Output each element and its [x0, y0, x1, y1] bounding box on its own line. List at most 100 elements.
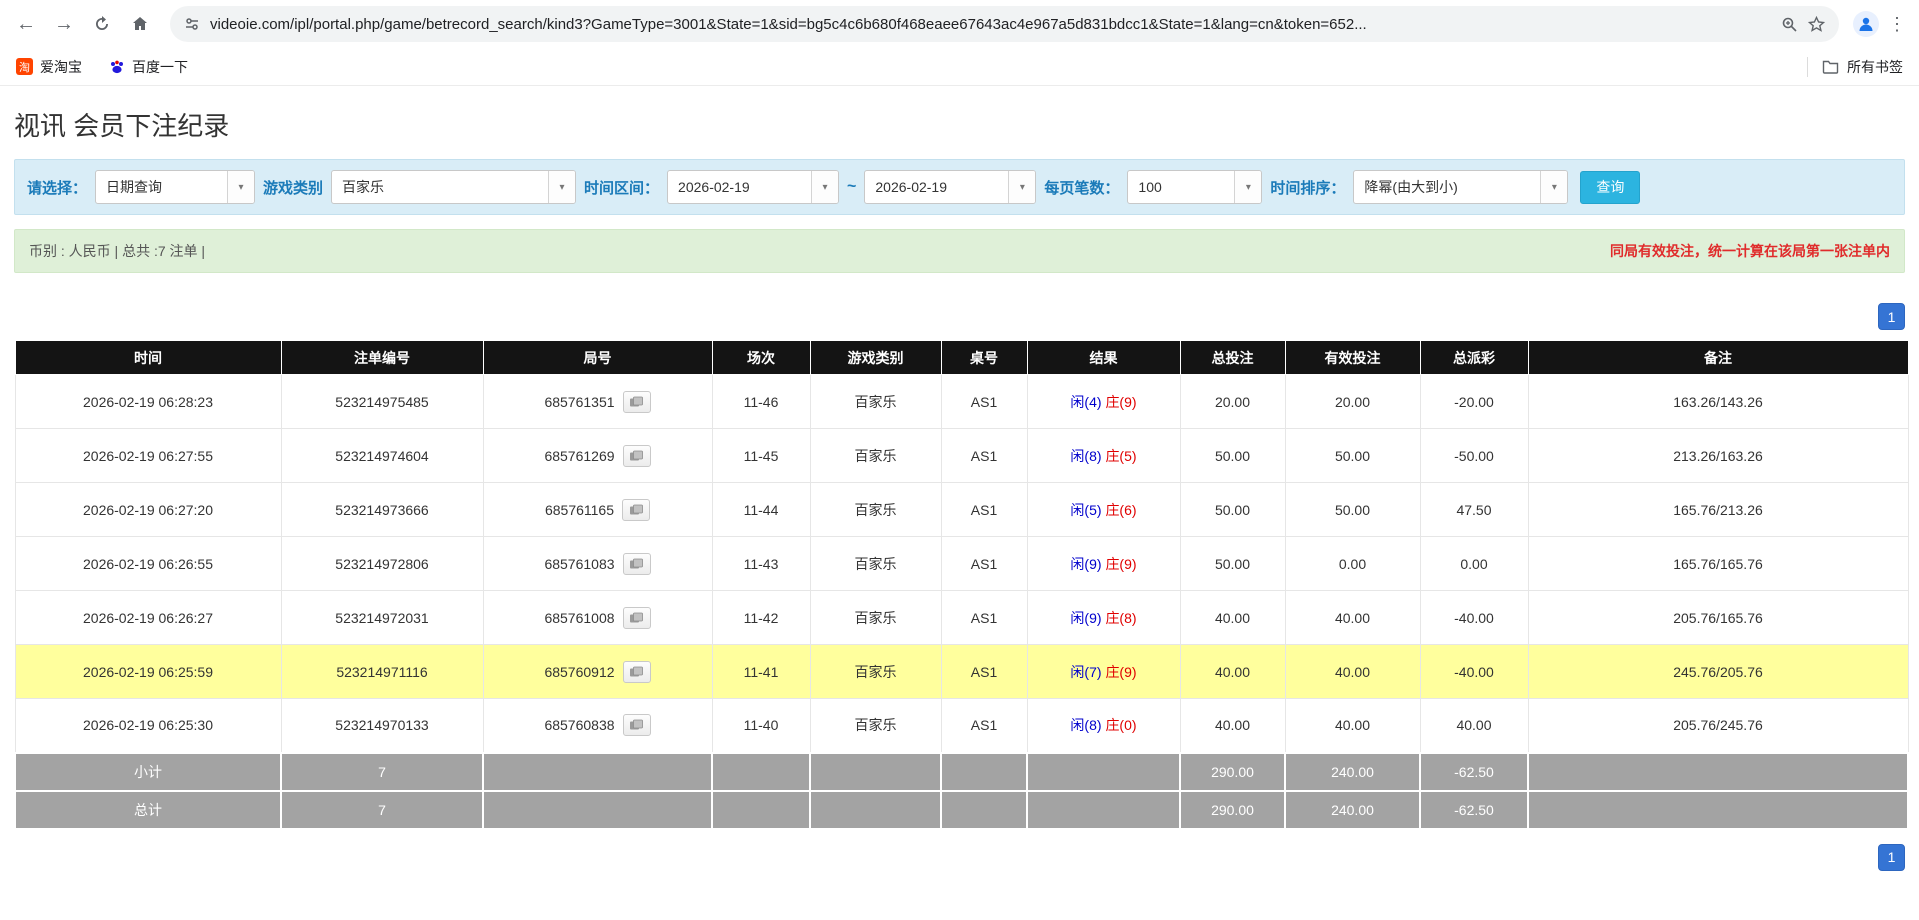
- footer-valid-bet: 240.00: [1285, 753, 1420, 791]
- chevron-down-icon[interactable]: ▾: [1008, 171, 1035, 203]
- result-player: 闲(5): [1070, 502, 1101, 518]
- cell-total-bet[interactable]: 40.00: [1180, 645, 1285, 699]
- bet-row: 2026-02-19 06:26:55523214972806685761083…: [15, 537, 1908, 591]
- bookmark-taobao[interactable]: 淘 爱淘宝: [16, 57, 82, 77]
- date-to-picker[interactable]: 2026-02-19 ▾: [864, 170, 1036, 204]
- cell-session: 11-40: [712, 699, 810, 753]
- forward-icon[interactable]: →: [48, 8, 80, 40]
- bookmark-baidu[interactable]: 百度一下: [108, 57, 188, 77]
- cell-total-bet[interactable]: 50.00: [1180, 483, 1285, 537]
- search-button[interactable]: 查询: [1580, 171, 1640, 204]
- cell-result: 闲(4) 庄(9): [1027, 375, 1180, 429]
- baidu-favicon-icon: [108, 58, 125, 75]
- footer-empty: [1528, 753, 1908, 791]
- summary-currency-count: 币别 : 人民币 | 总共 :7 注单 |: [29, 241, 205, 261]
- cell-game-type: 百家乐: [810, 537, 941, 591]
- cell-session: 11-44: [712, 483, 810, 537]
- cell-total-bet[interactable]: 20.00: [1180, 375, 1285, 429]
- bet-row: 2026-02-19 06:27:20523214973666685761165…: [15, 483, 1908, 537]
- cell-round: 685760838: [483, 699, 712, 753]
- bookmark-label: 爱淘宝: [40, 57, 82, 77]
- cell-time: 2026-02-19 06:27:20: [15, 483, 281, 537]
- pagination-bottom: 1: [14, 844, 1905, 871]
- reload-icon[interactable]: [86, 8, 118, 40]
- replay-cards-icon[interactable]: [623, 714, 651, 736]
- cell-table: AS1: [941, 537, 1027, 591]
- round-id: 685761269: [544, 448, 614, 464]
- filter-bar: 请选择： 日期查询 ▾ 游戏类别 百家乐 ▾ 时间区间： 2026-02-19 …: [14, 159, 1905, 215]
- result-banker: 庄(8): [1105, 610, 1136, 626]
- cell-total-bet[interactable]: 50.00: [1180, 429, 1285, 483]
- time-range-label: 时间区间：: [584, 177, 659, 198]
- cell-game-type: 百家乐: [810, 429, 941, 483]
- page-1-button[interactable]: 1: [1878, 844, 1905, 871]
- cell-valid-bet: 40.00: [1285, 591, 1420, 645]
- footer-count: 7: [281, 791, 483, 829]
- col-time: 时间: [15, 341, 281, 375]
- browser-menu-icon[interactable]: ⋮: [1885, 14, 1909, 35]
- cell-table: AS1: [941, 375, 1027, 429]
- footer-empty: [483, 791, 712, 829]
- cell-session: 11-43: [712, 537, 810, 591]
- result-banker: 庄(9): [1105, 394, 1136, 410]
- taobao-favicon-icon: 淘: [16, 58, 33, 75]
- round-id: 685761351: [544, 394, 614, 410]
- cell-total-bet[interactable]: 40.00: [1180, 591, 1285, 645]
- date-from-picker[interactable]: 2026-02-19 ▾: [667, 170, 839, 204]
- result-banker: 庄(0): [1105, 717, 1136, 733]
- round-id: 685760838: [544, 717, 614, 733]
- cell-valid-bet: 50.00: [1285, 429, 1420, 483]
- all-bookmarks[interactable]: 所有书签: [1807, 57, 1903, 77]
- cell-note: 165.76/165.76: [1528, 537, 1908, 591]
- replay-cards-icon[interactable]: [623, 553, 651, 575]
- folder-icon: [1822, 59, 1839, 74]
- replay-cards-icon[interactable]: [623, 391, 651, 413]
- col-table: 桌号: [941, 341, 1027, 375]
- chevron-down-icon[interactable]: ▾: [227, 171, 254, 203]
- footer-empty: [1027, 791, 1180, 829]
- cell-round: 685761269: [483, 429, 712, 483]
- bookmarks-bar: 淘 爱淘宝 百度一下 所有书签: [0, 48, 1919, 86]
- back-icon[interactable]: ←: [10, 8, 42, 40]
- cell-time: 2026-02-19 06:28:23: [15, 375, 281, 429]
- bookmark-star-icon[interactable]: [1808, 16, 1825, 33]
- cell-payout: 40.00: [1420, 699, 1528, 753]
- url-text[interactable]: videoie.com/ipl/portal.php/game/betrecor…: [210, 16, 1771, 33]
- footer-valid-bet: 240.00: [1285, 791, 1420, 829]
- replay-cards-icon[interactable]: [623, 661, 651, 683]
- footer-count: 7: [281, 753, 483, 791]
- cell-table: AS1: [941, 429, 1027, 483]
- date-from-value: 2026-02-19: [668, 171, 811, 203]
- cell-round: 685761008: [483, 591, 712, 645]
- replay-cards-icon[interactable]: [622, 499, 650, 521]
- all-bookmarks-label: 所有书签: [1847, 57, 1903, 77]
- replay-cards-icon[interactable]: [623, 607, 651, 629]
- bet-table-body: 2026-02-19 06:28:23523214975485 685761351…: [15, 375, 1908, 753]
- bet-row: 2026-02-19 06:26:27523214972031685761008…: [15, 591, 1908, 645]
- site-info-icon[interactable]: [184, 16, 200, 32]
- cell-result: 闲(8) 庄(5): [1027, 429, 1180, 483]
- footer-empty: [941, 753, 1027, 791]
- total-row: 总计7290.00240.00-62.50: [15, 791, 1908, 829]
- home-icon[interactable]: [124, 8, 156, 40]
- zoom-icon[interactable]: [1781, 16, 1798, 33]
- cell-total-bet[interactable]: 50.00: [1180, 537, 1285, 591]
- profile-avatar-icon[interactable]: [1853, 11, 1879, 37]
- page-size-select[interactable]: 100 ▾: [1127, 170, 1262, 204]
- game-type-select[interactable]: 百家乐 ▾: [331, 170, 576, 204]
- cell-bet-id: 523214975485: [281, 375, 483, 429]
- chevron-down-icon[interactable]: ▾: [811, 171, 838, 203]
- page-1-button[interactable]: 1: [1878, 303, 1905, 330]
- replay-cards-icon[interactable]: [623, 445, 651, 467]
- col-bet-id: 注单编号: [281, 341, 483, 375]
- query-type-select[interactable]: 日期查询 ▾: [95, 170, 255, 204]
- url-bar[interactable]: videoie.com/ipl/portal.php/game/betrecor…: [170, 6, 1839, 42]
- sort-select[interactable]: 降幂(由大到小) ▾: [1353, 170, 1568, 204]
- cell-table: AS1: [941, 645, 1027, 699]
- chevron-down-icon[interactable]: ▾: [1540, 171, 1567, 203]
- footer-label: 小计: [15, 753, 281, 791]
- chevron-down-icon[interactable]: ▾: [1234, 171, 1261, 203]
- col-note: 备注: [1528, 341, 1908, 375]
- chevron-down-icon[interactable]: ▾: [548, 171, 575, 203]
- cell-total-bet[interactable]: 40.00: [1180, 699, 1285, 753]
